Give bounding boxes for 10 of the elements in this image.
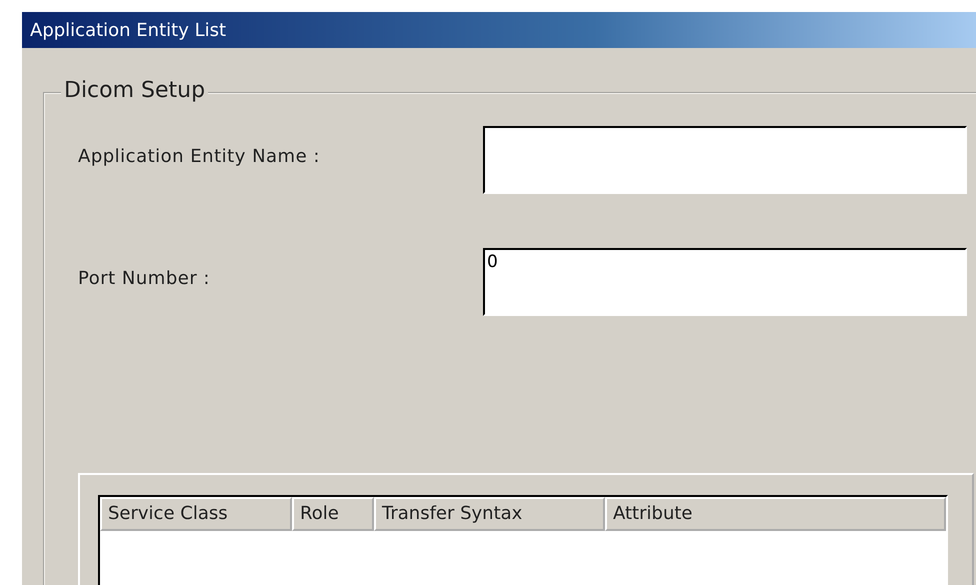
- group-title: Dicom Setup: [61, 78, 208, 103]
- column-header[interactable]: Transfer Syntax: [374, 497, 605, 531]
- field-label: Port Number :: [78, 267, 210, 291]
- column-header[interactable]: Service Class: [100, 497, 292, 531]
- column-header[interactable]: Role: [292, 497, 374, 531]
- window-title: Application Entity List: [30, 20, 226, 40]
- column-header[interactable]: Attribute: [605, 497, 946, 531]
- input-field[interactable]: 0: [483, 248, 967, 316]
- input-field[interactable]: [483, 126, 967, 194]
- field-label: Application Entity Name :: [78, 145, 320, 169]
